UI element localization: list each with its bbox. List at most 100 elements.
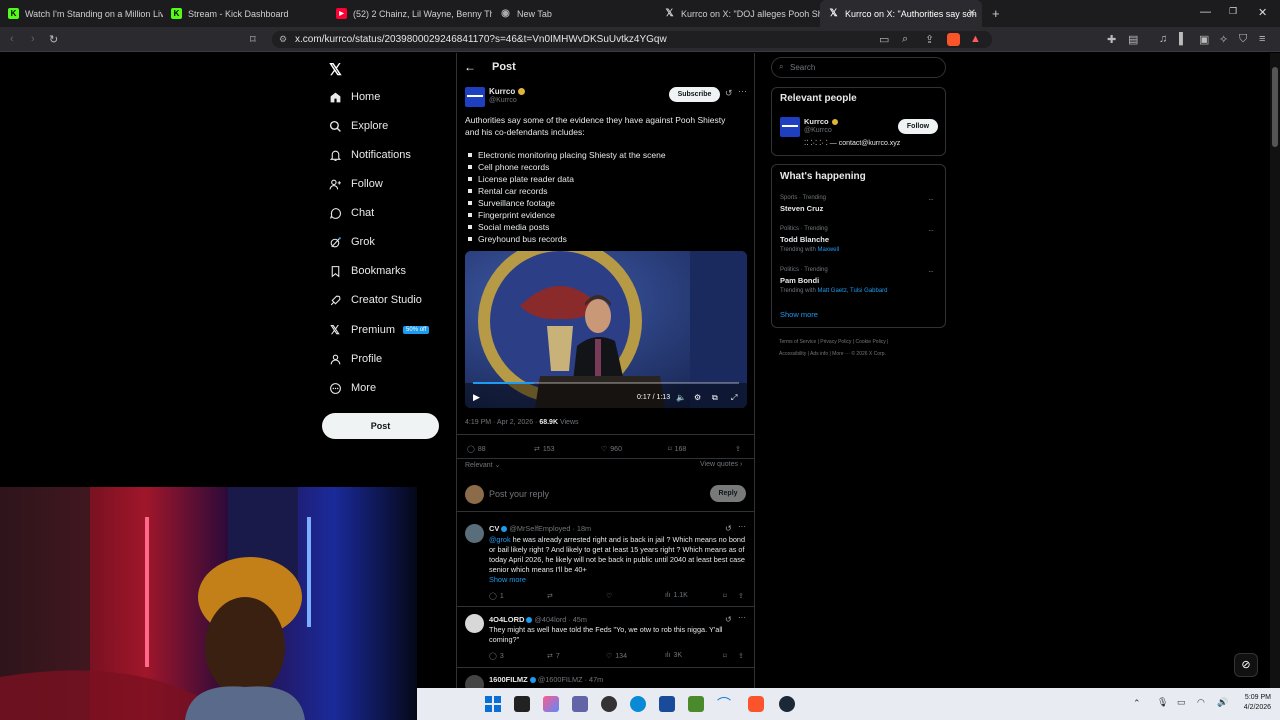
trend-with-link[interactable]: Maxwell (817, 247, 839, 253)
tab-youtube[interactable]: ▶ (52) 2 Chainz, Lil Wayne, Benny The B (328, 0, 492, 27)
share-action[interactable]: ⇪ (738, 652, 744, 660)
close-window-icon[interactable]: ✕ (1258, 6, 1267, 19)
search-input[interactable]: ⌕ Search (771, 57, 946, 78)
bookmark-action[interactable]: ⌑ (723, 592, 727, 600)
tab-kurrco-authorities[interactable]: 𝕏 Kurrco on X: "Authorities say son ✕ (820, 0, 982, 27)
share-action[interactable]: ⇪ (738, 592, 744, 600)
close-tab-icon[interactable]: ✕ (968, 8, 976, 19)
pip-icon[interactable]: ⧉ (712, 393, 718, 403)
footer-links[interactable]: Accessibility | Ads info | More ··· © 20… (779, 351, 886, 357)
reply-action[interactable]: ◯ 3 (489, 652, 504, 661)
mention-link[interactable]: @grok (489, 535, 511, 544)
extensions-icon[interactable]: ✚ (1107, 33, 1116, 46)
leo-ai-icon[interactable]: ✧ (1219, 33, 1228, 46)
grok-explain-icon[interactable]: ↺ (725, 524, 732, 533)
nav-chat[interactable]: Chat (328, 203, 374, 223)
my-avatar[interactable] (465, 485, 484, 504)
trend-name[interactable]: Pam Bondi (780, 276, 819, 285)
reply-button[interactable]: Reply (710, 485, 746, 502)
grok-explain-icon[interactable]: ↺ (725, 615, 732, 624)
edge-icon[interactable] (630, 696, 646, 712)
brave-shield-icon[interactable] (947, 33, 960, 46)
tab-new-tab[interactable]: ◉ New Tab (492, 0, 656, 27)
media-icon[interactable]: ♫ (1159, 33, 1167, 45)
trend-more-icon[interactable]: ··· (928, 267, 934, 276)
zoom-icon[interactable]: ⌕ (902, 33, 908, 46)
steam-icon[interactable] (779, 696, 795, 712)
bookmark-action[interactable]: ⌑ (723, 652, 727, 660)
reply-action[interactable]: ◯ 88 (467, 445, 486, 454)
minecraft-icon[interactable] (688, 696, 704, 712)
vpn-icon[interactable]: ⛉ (1239, 33, 1247, 46)
clock[interactable]: 5:09 PM 4/2/2026 (1237, 693, 1271, 713)
new-tab-button[interactable]: + (992, 6, 1000, 21)
views-action[interactable]: ılı 1.1K (665, 592, 688, 599)
settings-icon[interactable]: ⚙ (694, 393, 701, 402)
back-icon[interactable]: ‹ (10, 33, 14, 45)
app-icon[interactable]: ⌒ (717, 696, 733, 712)
fullscreen-icon[interactable]: ⤢ (731, 393, 737, 403)
brave-rewards-icon[interactable]: ▲ (970, 33, 981, 45)
reply-avatar[interactable] (465, 524, 484, 543)
like-action[interactable]: ♡ (606, 592, 615, 600)
restore-icon[interactable]: ❐ (1229, 6, 1237, 17)
scrollbar[interactable] (1270, 53, 1280, 688)
sort-dropdown[interactable]: Relevant ⌄ (465, 461, 500, 469)
repost-action[interactable]: ⇄ 7 (547, 652, 560, 661)
nav-profile[interactable]: Profile (328, 349, 382, 369)
show-more-link[interactable]: Show more (489, 575, 526, 584)
task-view-icon[interactable] (514, 696, 530, 712)
nav-creator-studio[interactable]: Creator Studio (328, 290, 422, 310)
minimize-icon[interactable]: — (1200, 6, 1211, 18)
reply-input[interactable]: Post your reply (489, 489, 549, 499)
tray-app-icon[interactable]: ▭ (1177, 697, 1186, 708)
nav-more[interactable]: More (328, 378, 376, 398)
tab-kick-live[interactable]: K Watch I'm Standing on a Million Live (0, 0, 163, 27)
show-more-link[interactable]: Show more (780, 310, 818, 319)
brave-icon[interactable] (748, 696, 764, 712)
teams-icon[interactable] (572, 696, 588, 712)
person-avatar[interactable] (780, 117, 800, 137)
like-action[interactable]: ♡ 960 (601, 445, 622, 454)
share-icon[interactable]: ⇪ (925, 33, 934, 46)
trend-name[interactable]: Steven Cruz (780, 204, 823, 213)
wifi-icon[interactable]: ◠ (1197, 697, 1205, 708)
nav-follow[interactable]: Follow (328, 174, 383, 194)
like-action[interactable]: ♡ 134 (606, 652, 627, 661)
tab-kick-dashboard[interactable]: K Stream - Kick Dashboard (163, 0, 328, 27)
nav-home[interactable]: Home (328, 87, 380, 107)
more-options-icon[interactable]: ··· (738, 86, 747, 96)
reply-action[interactable]: ◯ 1 (489, 592, 504, 601)
reload-icon[interactable]: ↻ (49, 33, 58, 46)
trend-name[interactable]: Todd Blanche (780, 235, 829, 244)
subscribe-button[interactable]: Subscribe (669, 87, 720, 102)
views-action[interactable]: ılı 3K (665, 652, 682, 659)
bookmark-page-icon[interactable]: ⌑ (250, 33, 256, 46)
cast-icon[interactable]: ▭ (879, 33, 889, 46)
forward-icon[interactable]: › (31, 33, 35, 45)
trend-with-link[interactable]: Matt Gaetz, Tulsi Gabbard (817, 288, 887, 294)
volume-icon[interactable]: 🔈 (676, 393, 686, 402)
author-name[interactable]: Kurrco (489, 87, 526, 96)
grok-explain-icon[interactable]: ↺ (725, 88, 733, 99)
reply-avatar[interactable] (465, 614, 484, 633)
sidebar-icon[interactable]: ▌ (1179, 33, 1187, 45)
word-icon[interactable] (659, 696, 675, 712)
nav-explore[interactable]: Explore (328, 116, 388, 136)
nav-bookmarks[interactable]: Bookmarks (328, 261, 406, 281)
view-quotes-link[interactable]: View quotes › (700, 461, 742, 468)
windows-start-icon[interactable] (485, 696, 501, 712)
video-player[interactable]: ▶ 0:17 / 1:13 🔈 ⚙ ⧉ ⤢ (465, 251, 747, 408)
post-button[interactable]: Post (322, 413, 439, 439)
repost-action[interactable]: ⇄ (547, 592, 556, 600)
speaker-icon[interactable]: 🔊 (1217, 697, 1228, 708)
chatgpt-icon[interactable] (601, 696, 617, 712)
more-options-icon[interactable]: ··· (738, 522, 746, 531)
grok-floating-icon[interactable]: ⊘ (1234, 653, 1258, 677)
site-info-icon[interactable]: ⚙ (279, 34, 287, 45)
microphone-icon[interactable]: 🎙 (1157, 697, 1168, 708)
author-avatar[interactable] (465, 87, 485, 107)
x-logo-icon[interactable]: 𝕏 (329, 60, 342, 80)
nav-grok[interactable]: Grok (328, 232, 375, 252)
tab-search-icon[interactable]: ▤ (1128, 33, 1138, 46)
